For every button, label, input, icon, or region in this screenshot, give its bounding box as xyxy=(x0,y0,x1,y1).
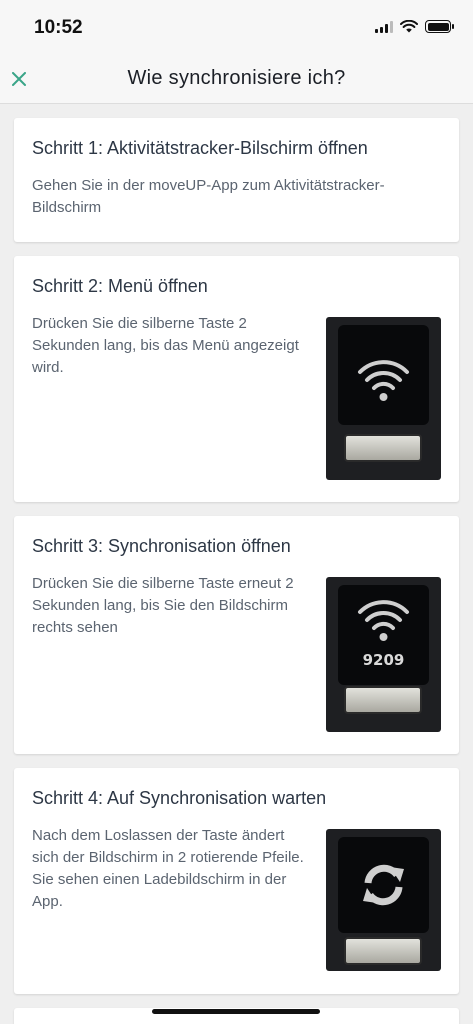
step-title: Schritt 3: Synchronisation öffnen xyxy=(32,536,291,556)
step-text: Drücken Sie die silberne Taste 2 Sekunde… xyxy=(32,315,299,376)
step-title: Schritt 4: Auf Synchronisation warten xyxy=(32,788,327,808)
home-indicator[interactable] xyxy=(152,1009,320,1014)
battery-icon xyxy=(425,20,454,33)
step-title: Schritt 1: Aktivitätstracker-Bilschirm ö… xyxy=(32,138,368,158)
step-card-1: Schritt 1: Aktivitätstracker-Bilschirm ö… xyxy=(14,118,459,242)
status-bar: 10:52 xyxy=(0,0,473,56)
step-text: Nach dem Loslassen der Taste ändert sich… xyxy=(32,827,304,910)
wifi-icon xyxy=(358,360,409,401)
step-card-2: Schritt 2: Menü öffnen Drücken Sie die s… xyxy=(14,256,459,502)
status-time: 10:52 xyxy=(34,17,83,38)
wifi-icon xyxy=(400,20,418,33)
status-icons xyxy=(375,20,454,33)
step-text: Gehen Sie in der moveUP-App zum Aktivitä… xyxy=(32,177,385,216)
wifi-icon xyxy=(358,600,409,641)
silver-button xyxy=(344,937,422,965)
cellular-signal-icon xyxy=(375,20,393,33)
device-image: 9209 xyxy=(326,577,441,732)
step-text: Drücken Sie die silberne Taste erneut 2 … xyxy=(32,575,294,636)
device-number: 9209 xyxy=(362,651,405,669)
device-image xyxy=(326,317,441,480)
silver-button xyxy=(344,686,422,714)
step-title: Schritt 2: Menü öffnen xyxy=(32,276,208,296)
page-title: Wie synchronisiere ich? xyxy=(127,67,346,89)
step-card-3: Schritt 3: Synchronisation öffnen Drücke… xyxy=(14,516,459,754)
nav-bar: Wie synchronisiere ich? xyxy=(0,56,473,104)
device-image xyxy=(326,829,441,971)
steps-list[interactable]: Schritt 1: Aktivitätstracker-Bilschirm ö… xyxy=(14,118,459,1024)
sync-arrows-icon xyxy=(363,864,404,906)
silver-button xyxy=(344,434,422,462)
step-card-4: Schritt 4: Auf Synchronisation warten Na… xyxy=(14,768,459,994)
